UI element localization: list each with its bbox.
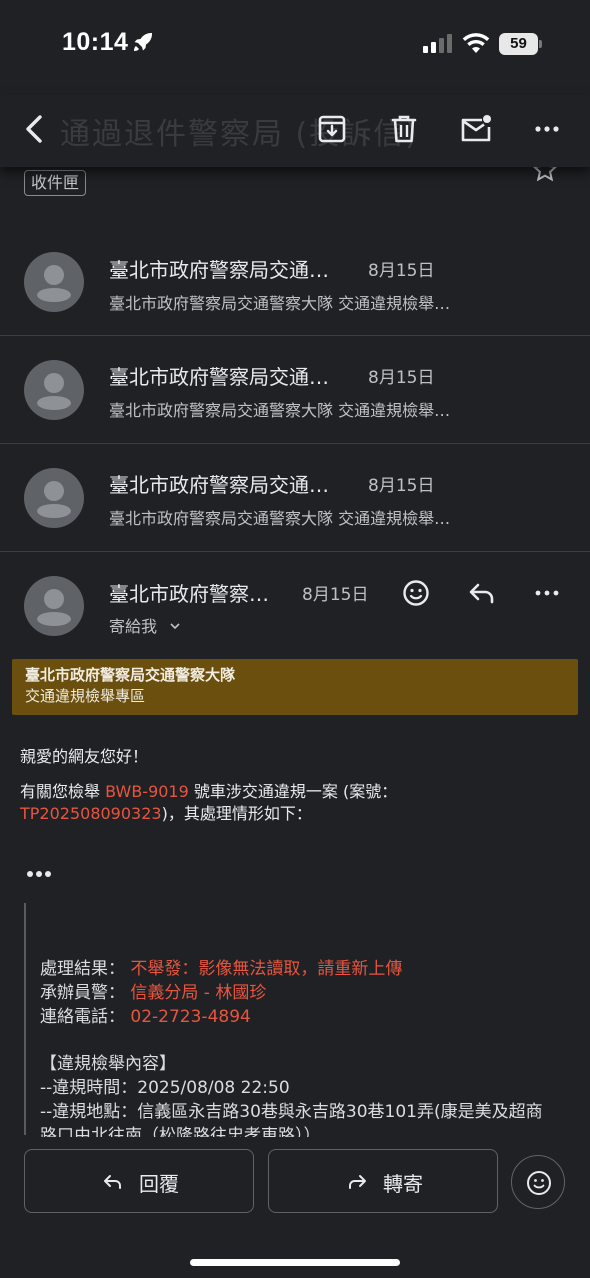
more-horizontal-icon	[535, 590, 559, 596]
bottom-action-bar: 回覆 轉寄	[0, 1137, 590, 1278]
reply-pill-button[interactable]: 回覆	[24, 1149, 254, 1213]
result-line: 處理結果： 不舉發：影像無法讀取，請重新上傳	[40, 959, 403, 979]
open-message-sender: 臺北市政府警察…	[109, 582, 269, 606]
emoji-reaction-button[interactable]	[511, 1155, 565, 1209]
more-horizontal-icon	[535, 126, 559, 132]
reply-icon	[104, 1175, 121, 1189]
wifi-icon	[462, 33, 490, 53]
avatar	[24, 252, 84, 312]
show-trimmed-content-button[interactable]	[26, 868, 54, 880]
phone-line: 連絡電話： 02-2723-4894	[40, 1007, 251, 1027]
recipient-label: 寄給我	[109, 617, 158, 636]
message-sender: 臺北市政府警察局交通…	[109, 258, 329, 282]
avatar	[24, 360, 84, 420]
message-sender: 臺北市政府警察局交通…	[109, 365, 329, 389]
emoji-smile-icon	[527, 1171, 551, 1195]
body-line-1: 有關您檢舉 BWB-9019 號車涉交通違規一案 (案號：	[20, 782, 398, 801]
more-options-button[interactable]	[527, 109, 567, 149]
chevron-left-icon	[26, 115, 42, 143]
star-button[interactable]	[531, 164, 559, 184]
mail-unread-icon	[461, 115, 491, 142]
plate-number: BWB-9019	[105, 782, 189, 801]
message-date: 8月15日	[368, 368, 435, 388]
thread-message-1[interactable]: 臺北市政府警察局交通… 8月15日 臺北市政府警察局交通警察大隊 交通違規檢舉…	[0, 228, 590, 336]
trash-icon	[391, 115, 417, 143]
avatar	[24, 468, 84, 528]
case-number: TP202508090323	[20, 804, 162, 823]
rocket-icon	[134, 33, 152, 51]
reply-button[interactable]	[464, 575, 500, 611]
banner-subtitle: 交通違規檢舉專區	[25, 687, 146, 705]
message-date: 8月15日	[368, 476, 435, 496]
open-message-date: 8月15日	[302, 585, 369, 605]
forward-pill-button[interactable]: 轉寄	[268, 1149, 498, 1213]
archive-icon	[318, 115, 346, 143]
emoji-smile-icon	[403, 580, 429, 606]
officer-line: 承辦員警： 信義分局 - 林國珍	[40, 983, 267, 1003]
message-snippet: 臺北市政府警察局交通警察大隊 交通違規檢舉…	[109, 509, 451, 528]
scrolled-subject: 通過退件警察局 (投訴信)	[60, 117, 419, 152]
message-toolbar: 通過退件警察局 (投訴信)	[0, 95, 590, 167]
forward-label: 轉寄	[383, 1172, 423, 1196]
result-value: 不舉發：影像無法讀取，請重新上傳	[130, 959, 403, 979]
message-snippet: 臺北市政府警察局交通警察大隊 交通違規檢舉…	[109, 401, 451, 420]
violation-time: --違規時間：2025/08/08 22:50	[40, 1078, 290, 1098]
message-date: 8月15日	[368, 261, 435, 281]
forward-icon	[349, 1175, 366, 1189]
mark-unread-button[interactable]	[456, 109, 496, 149]
sender-banner: 臺北市政府警察局交通警察大隊 交通違規檢舉專區	[12, 659, 578, 715]
thread-message-2[interactable]: 臺北市政府警察局交通… 8月15日 臺北市政府警察局交通警察大隊 交通違規檢舉…	[0, 336, 590, 444]
battery-indicator: 59	[499, 33, 543, 55]
reply-label: 回覆	[139, 1172, 179, 1196]
thread-message-3[interactable]: 臺北市政府警察局交通… 8月15日 臺北市政府警察局交通警察大隊 交通違規檢舉…	[0, 444, 590, 552]
recipient-details-toggle[interactable]: 寄給我	[109, 613, 182, 637]
back-button[interactable]	[16, 109, 56, 149]
delete-button[interactable]	[384, 109, 424, 149]
message-snippet: 臺北市政府警察局交通警察大隊 交通違規檢舉…	[109, 294, 451, 313]
star-icon	[531, 164, 559, 182]
message-more-button[interactable]	[529, 575, 565, 611]
archive-button[interactable]	[312, 109, 352, 149]
reply-icon	[469, 583, 494, 604]
cellular-signal-icon	[423, 34, 452, 53]
message-sender: 臺北市政府警察局交通…	[109, 473, 329, 497]
open-message-avatar	[24, 576, 84, 636]
banner-title: 臺北市政府警察局交通警察大隊	[25, 666, 236, 684]
home-indicator	[190, 1259, 400, 1266]
section-title: 【違規檢舉內容】	[40, 1054, 176, 1074]
violation-place: --違規地點：信義區永吉路30巷與永吉路30巷101弄(康是美及超商	[40, 1102, 543, 1122]
body-line-2: TP202508090323)，其處理情形如下：	[20, 804, 312, 823]
officer-value: 信義分局 - 林國珍	[130, 983, 267, 1003]
battery-level: 59	[499, 33, 538, 55]
inbox-label-chip[interactable]: 收件匣	[24, 170, 87, 196]
quote-bar	[24, 903, 26, 1135]
status-time: 10:14	[62, 28, 129, 56]
phone-value[interactable]: 02-2723-4894	[130, 1007, 250, 1027]
add-reaction-button[interactable]	[398, 575, 434, 611]
status-bar: 10:14 59	[0, 0, 590, 90]
chevron-down-icon	[170, 623, 180, 630]
greeting-text: 親愛的網友您好！	[20, 747, 149, 766]
